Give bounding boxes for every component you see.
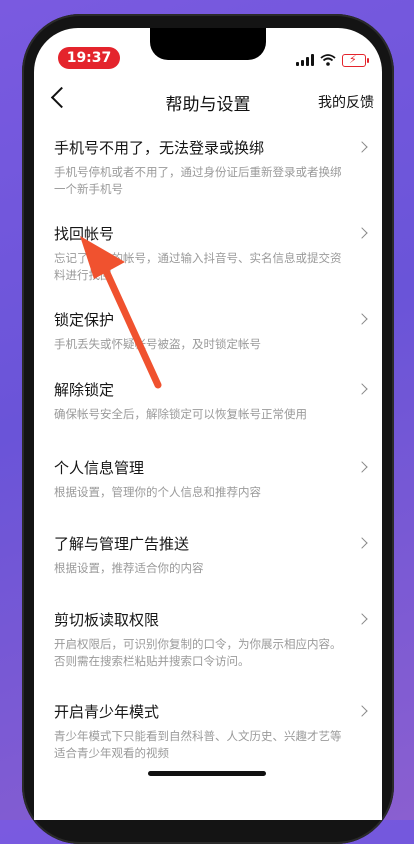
battery-icon: ⚡ (342, 53, 369, 67)
status-time: 19:37 (58, 47, 120, 69)
notch (150, 28, 266, 60)
annotation-arrow-icon (80, 236, 162, 389)
wifi-icon (320, 54, 336, 66)
home-indicator (148, 771, 266, 776)
signal-icon (296, 54, 314, 66)
status-icons: ⚡ (296, 52, 369, 68)
